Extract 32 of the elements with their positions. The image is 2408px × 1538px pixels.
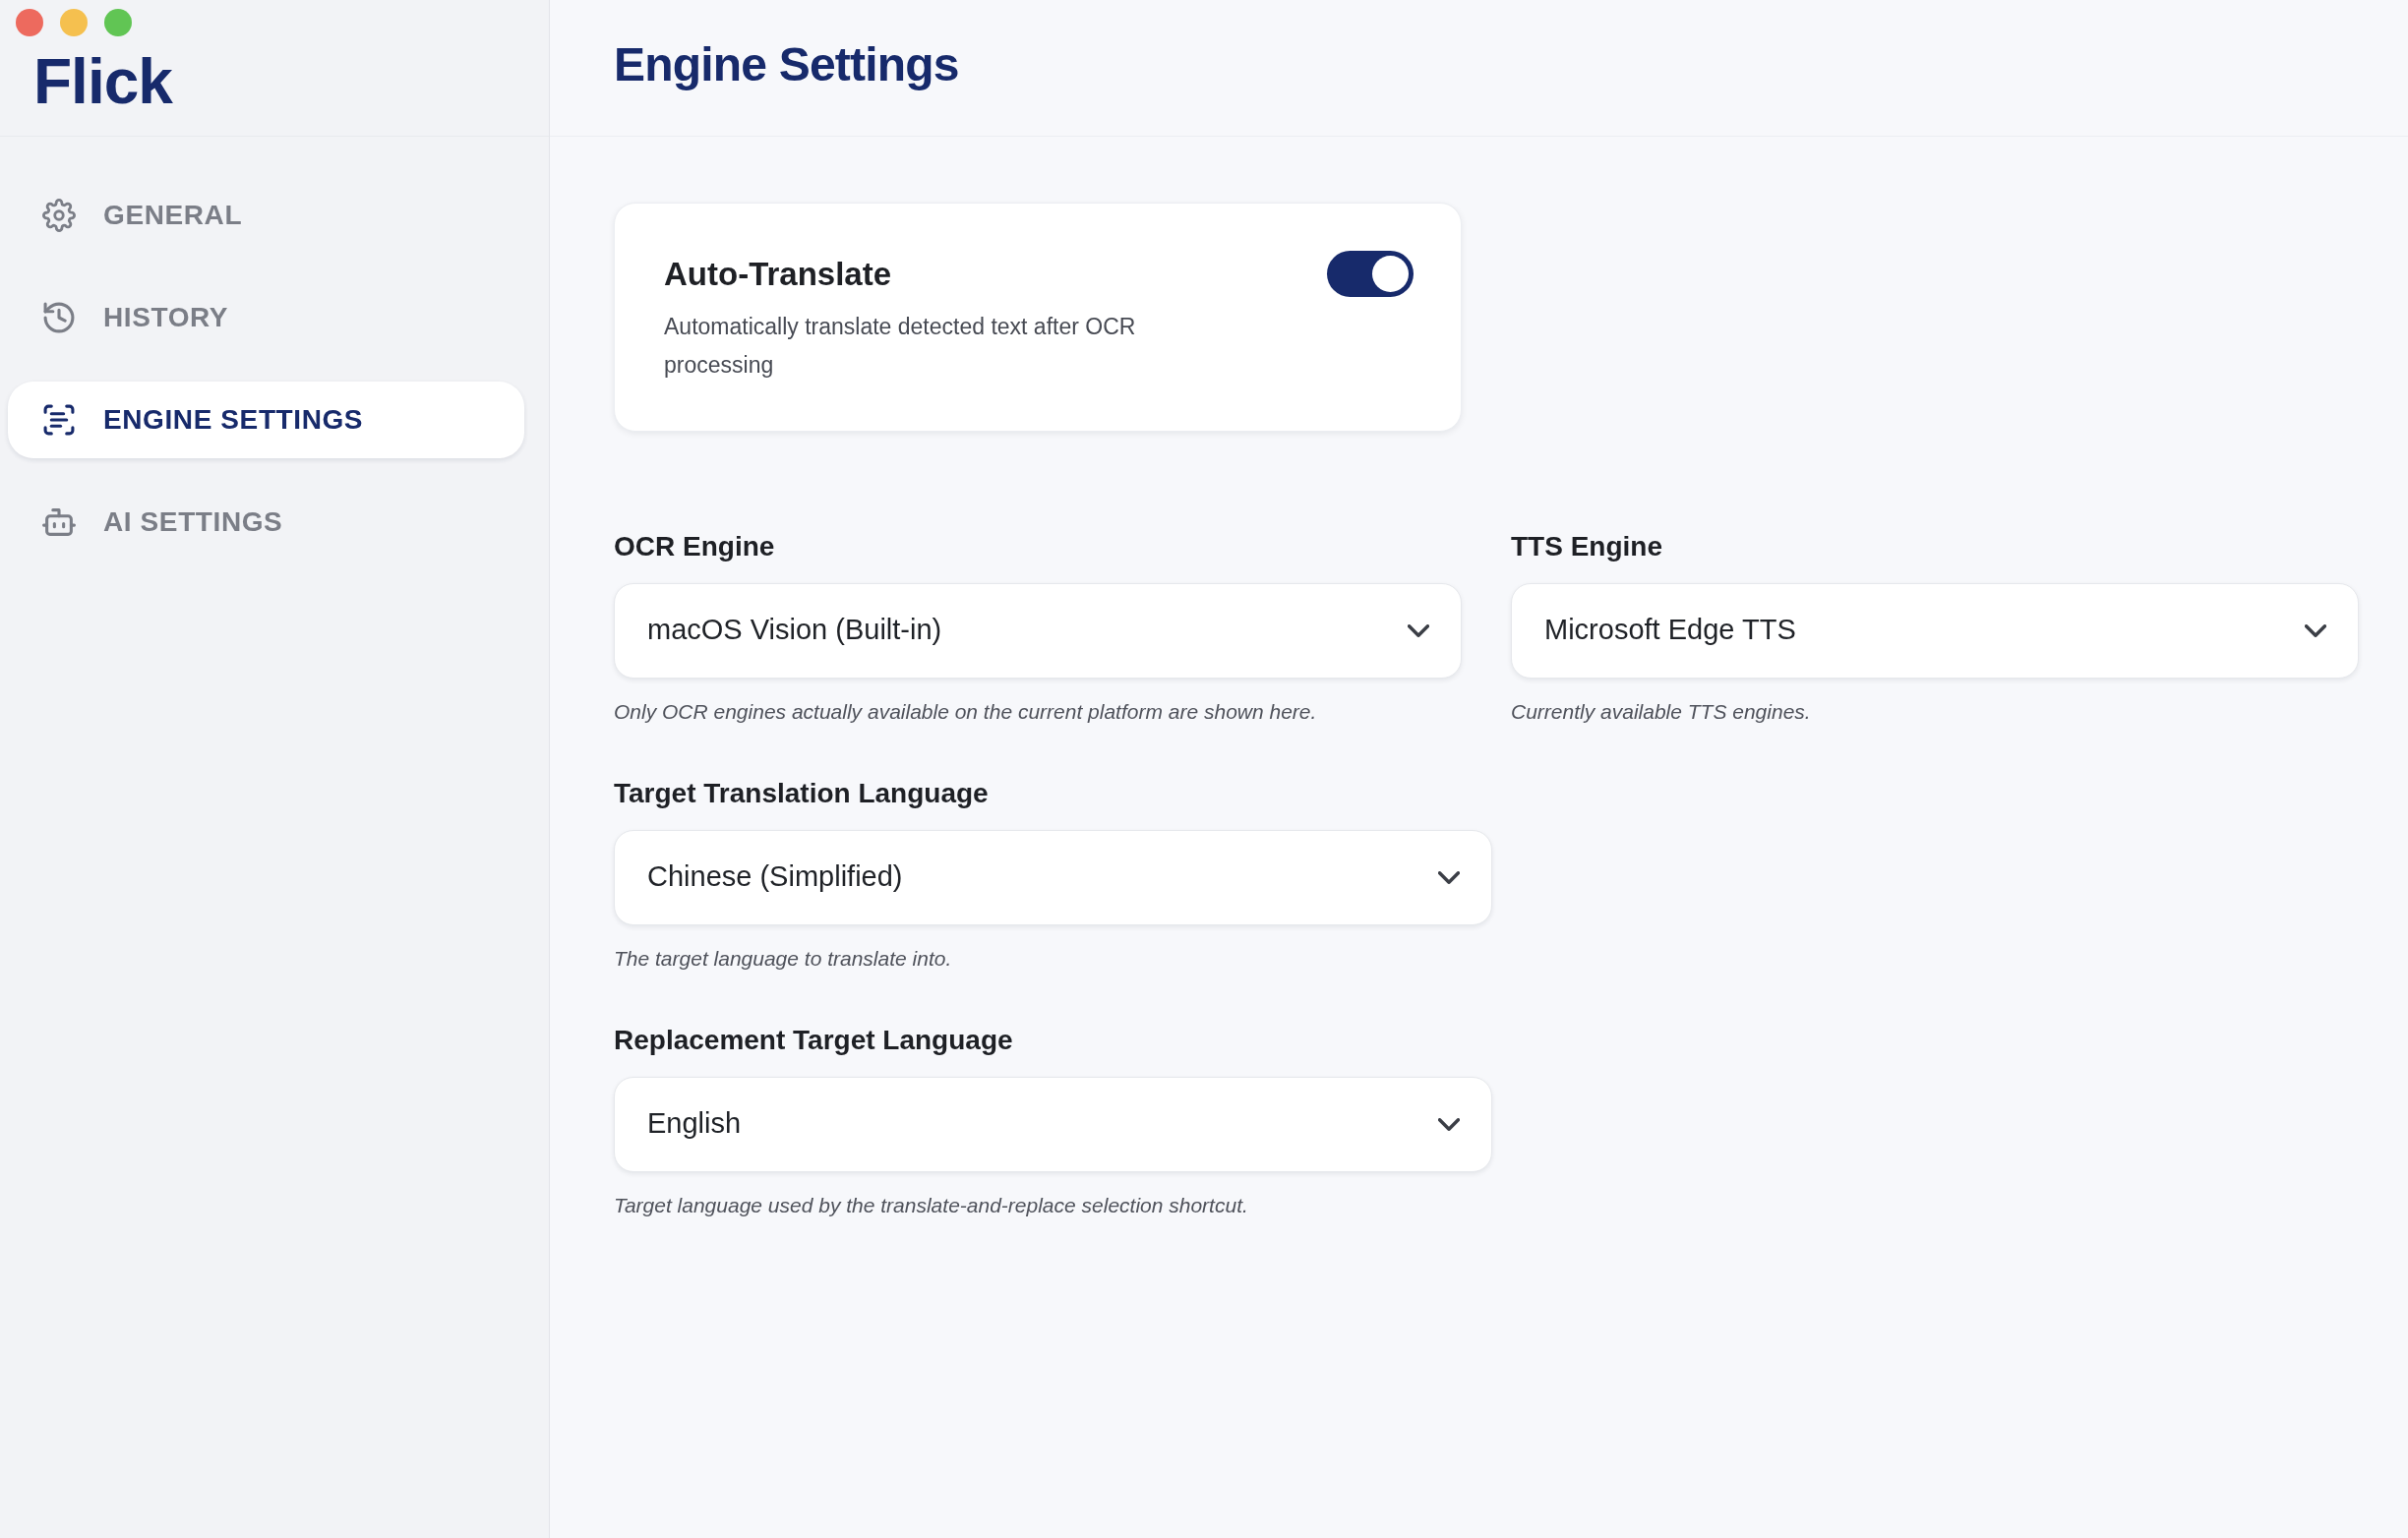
robot-icon	[42, 505, 76, 539]
dropdown[interactable]: macOS Vision (Built-in)	[614, 582, 1462, 679]
page-title: Engine Settings	[614, 37, 959, 93]
hint-text: Currently available TTS engines.	[1511, 698, 1812, 725]
chevron-down-icon	[1438, 870, 1460, 884]
app-logo: Flick	[33, 50, 172, 113]
hint-text: The target language to translate into.	[614, 945, 953, 972]
sidebar-item[interactable]: ENGINE SETTINGS	[8, 382, 524, 458]
dropdown[interactable]: Chinese (Simplified)	[614, 829, 1492, 925]
field-label: OCR Engine	[614, 529, 776, 563]
dropdown[interactable]: English	[614, 1076, 1492, 1172]
card-description: Automatically translate detected text after OCR processing	[664, 312, 1137, 380]
minimize-icon[interactable]	[60, 9, 88, 36]
chevron-down-icon	[1408, 623, 1429, 637]
field-label: Target Translation Language	[614, 776, 990, 810]
chevron-down-icon	[2305, 623, 2326, 637]
toggle-switch[interactable]	[1327, 251, 1414, 297]
history-icon	[42, 301, 76, 334]
field-label: TTS Engine	[1511, 529, 1663, 563]
gear-icon	[42, 199, 76, 232]
maximize-icon[interactable]	[104, 9, 132, 36]
dropdown[interactable]: Microsoft Edge TTS	[1511, 582, 2359, 679]
field-label: Replacement Target Language	[614, 1023, 1014, 1057]
card-title: Auto-Translate	[664, 255, 893, 294]
sidebar-item[interactable]: GENERAL	[8, 177, 524, 254]
text-scan-icon	[42, 403, 76, 437]
close-icon[interactable]	[16, 9, 43, 36]
sidebar-item[interactable]: AI SETTINGS	[8, 484, 524, 561]
chevron-down-icon	[1438, 1117, 1460, 1131]
hint-text: Target language used by the translate-and-replace selection shortcut.	[614, 1192, 1249, 1218]
hint-text: Only OCR engines actually available on the current platform are shown here.	[614, 698, 1318, 725]
sidebar-item[interactable]: HISTORY	[8, 279, 524, 356]
